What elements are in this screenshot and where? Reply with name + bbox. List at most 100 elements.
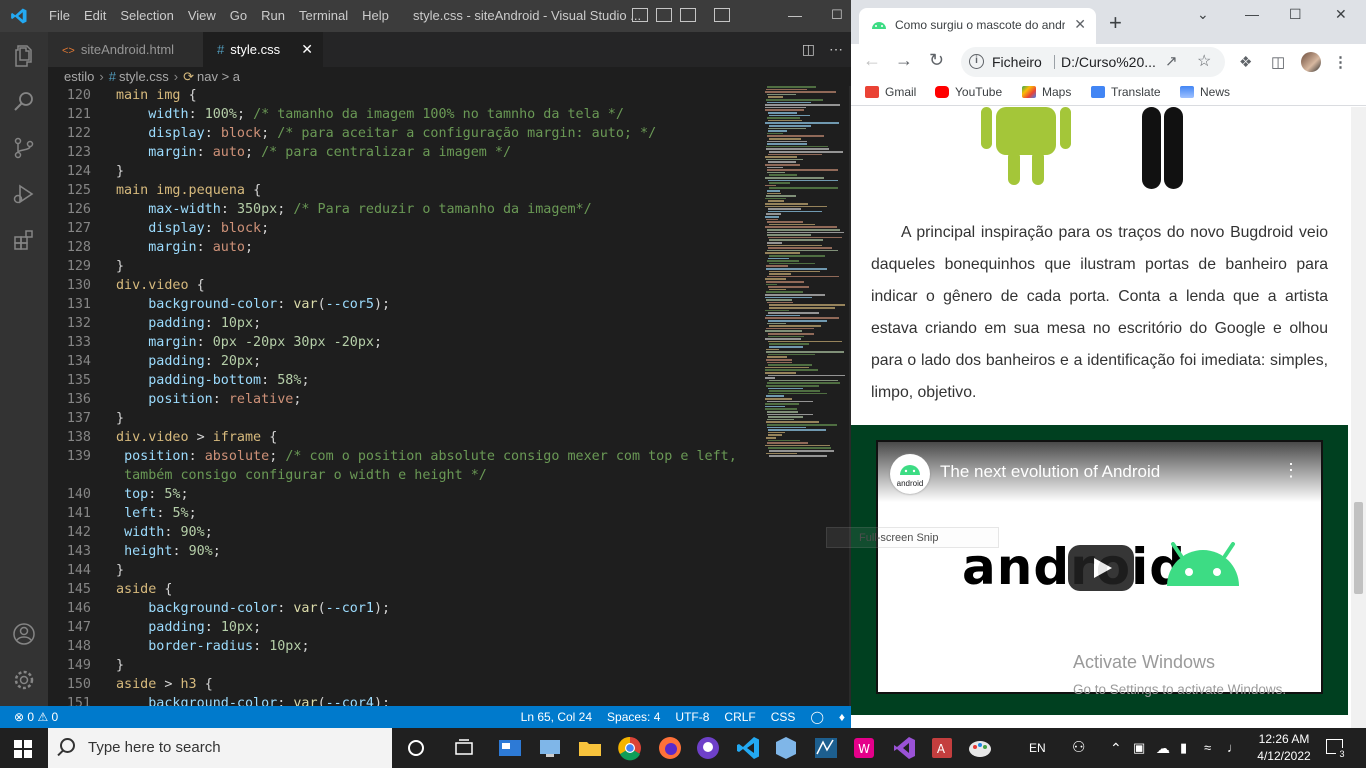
menu-help[interactable]: Help (355, 0, 396, 32)
code-line[interactable]: 146 background-color: var(--cor1); (48, 599, 763, 618)
search-icon[interactable] (12, 90, 36, 114)
code-line[interactable]: 124} (48, 162, 763, 181)
minimize-button[interactable]: — (1245, 6, 1259, 22)
tab-siteandroid-html[interactable]: <> siteAndroid.html (48, 32, 203, 67)
code-line[interactable]: 129} (48, 257, 763, 276)
code-line[interactable]: 145 aside { (48, 580, 763, 599)
language-indicator[interactable]: EN (1029, 728, 1046, 768)
code-line[interactable]: 128 margin: auto; (48, 238, 763, 257)
file-explorer-icon[interactable] (576, 734, 604, 762)
github-desktop-icon[interactable] (694, 734, 722, 762)
video-title[interactable]: The next evolution of Android (940, 462, 1160, 482)
code-line[interactable]: 132 padding: 10px; (48, 314, 763, 333)
code-line[interactable]: 144} (48, 561, 763, 580)
windows-start-icon[interactable] (14, 740, 32, 758)
bookmark-star-icon[interactable]: ☆ (1197, 47, 1211, 77)
toggle-panel-icon[interactable] (656, 8, 672, 22)
problems-indicator[interactable]: ⊗ 0 ⚠ 0 (14, 706, 58, 728)
back-arrow-icon[interactable]: ← (863, 50, 881, 71)
minimize-button[interactable]: — (772, 0, 818, 32)
visual-studio-icon[interactable] (890, 734, 918, 762)
new-tab-button[interactable]: + (1109, 10, 1122, 36)
tab-style-css[interactable]: # style.css ✕ (203, 32, 323, 67)
notifications-bell-icon[interactable]: ♦ (839, 706, 845, 728)
toggle-secondary-sidebar-icon[interactable] (680, 8, 696, 22)
code-line[interactable]: 120 main img { (48, 86, 763, 105)
bookmark-maps[interactable]: Maps (1022, 85, 1071, 99)
wireshark-icon[interactable] (812, 734, 840, 762)
page-scrollbar-thumb[interactable] (1354, 502, 1363, 594)
firefox-icon[interactable] (656, 734, 684, 762)
virtual-box-icon[interactable] (772, 734, 800, 762)
bookmark-news[interactable]: News (1180, 85, 1230, 99)
code-line[interactable]: 137} (48, 409, 763, 428)
language-mode[interactable]: CSS (771, 706, 796, 728)
page-scrollbar[interactable] (1351, 107, 1366, 728)
menu-edit[interactable]: Edit (77, 0, 113, 32)
bookmark-translate[interactable]: Translate (1091, 85, 1161, 99)
bookmark-gmail[interactable]: Gmail (865, 85, 916, 99)
play-button[interactable] (1068, 545, 1134, 591)
code-line[interactable]: também consigo configurar o width e heig… (48, 466, 763, 485)
battery-icon[interactable]: ▮ (1180, 728, 1187, 768)
taskbar-search[interactable]: Type here to search (48, 728, 392, 768)
close-tab-icon[interactable]: ✕ (301, 32, 313, 67)
code-line[interactable]: 140 top: 5%; (48, 485, 763, 504)
indentation[interactable]: Spaces: 4 (607, 706, 660, 728)
close-window-button[interactable]: ✕ (1335, 6, 1347, 23)
code-line[interactable]: 138 div.video > iframe { (48, 428, 763, 447)
code-line[interactable]: 134 padding: 20px; (48, 352, 763, 371)
page-viewport[interactable]: A principal inspiração para os traços do… (851, 107, 1351, 728)
cortana-icon[interactable] (402, 734, 430, 762)
source-control-icon[interactable] (12, 136, 36, 160)
code-editor[interactable]: 120 main img {121 width: 100%; /* tamanho… (48, 86, 763, 706)
tab-search-chevron-icon[interactable]: ⌄ (1197, 6, 1209, 23)
code-line[interactable]: 123 margin: auto; /* para centralizar a … (48, 143, 763, 162)
code-line[interactable]: 133 margin: 0px -20px 30px -20px; (48, 333, 763, 352)
maximize-button[interactable]: ☐ (1289, 6, 1302, 23)
meet-now-icon[interactable]: ▣ (1133, 728, 1145, 768)
onedrive-cloud-icon[interactable]: ☁ (1156, 728, 1170, 768)
code-line[interactable]: 136 position: relative; (48, 390, 763, 409)
code-line[interactable]: 125 main img.pequena { (48, 181, 763, 200)
cursor-position[interactable]: Ln 65, Col 24 (521, 706, 592, 728)
code-line[interactable]: 141 left: 5%; (48, 504, 763, 523)
code-line[interactable]: 151 background-color: var(--cor4); (48, 694, 763, 706)
code-line[interactable]: 122 display: block; /* para aceitar a co… (48, 124, 763, 143)
code-line[interactable]: 148 border-radius: 10px; (48, 637, 763, 656)
manage-gear-icon[interactable] (12, 668, 36, 692)
news-widget-icon[interactable] (496, 734, 524, 762)
menu-selection[interactable]: Selection (113, 0, 180, 32)
video-more-icon[interactable]: ⋮ (1282, 460, 1300, 481)
clock[interactable]: 12:26 AM 4/12/2022 (1252, 731, 1316, 765)
extensions-puzzle-icon[interactable]: ❖ (1239, 53, 1252, 71)
task-view-icon[interactable] (450, 734, 478, 762)
code-line[interactable]: 126 max-width: 350px; /* Para reduzir o … (48, 200, 763, 219)
code-line[interactable]: 130 div.video { (48, 276, 763, 295)
encoding[interactable]: UTF-8 (675, 706, 709, 728)
code-line[interactable]: 121 width: 100%; /* tamanho da imagem 10… (48, 105, 763, 124)
wamp-icon[interactable]: W (850, 734, 878, 762)
browser-tab[interactable]: Como surgiu o mascote do andr... ✕ (859, 8, 1096, 44)
accounts-icon[interactable] (12, 622, 36, 646)
run-debug-icon[interactable] (12, 182, 36, 206)
feedback-icon[interactable]: ◯ (810, 706, 823, 728)
split-editor-icon[interactable]: ◫ (802, 41, 815, 58)
more-actions-icon[interactable]: ⋯ (829, 41, 843, 58)
toggle-sidebar-icon[interactable] (632, 8, 648, 22)
menu-terminal[interactable]: Terminal (292, 0, 355, 32)
breadcrumb-folder[interactable]: estilo (64, 69, 94, 84)
breadcrumb-symbol[interactable]: nav > a (197, 69, 240, 84)
code-line[interactable]: 139 position: absolute; /* com o positio… (48, 447, 763, 466)
side-panel-icon[interactable]: ◫ (1271, 53, 1285, 71)
code-line[interactable]: 143 height: 90%; (48, 542, 763, 561)
customize-layout-icon[interactable] (714, 8, 730, 22)
channel-avatar[interactable]: android (890, 454, 930, 494)
address-bar[interactable]: i Ficheiro D:/Curso%20... ↗ ☆ (961, 47, 1225, 77)
sticky-desktop-icon[interactable] (536, 734, 564, 762)
code-line[interactable]: 149} (48, 656, 763, 675)
share-icon[interactable]: ↗ (1165, 47, 1178, 77)
volume-icon[interactable]: ♩ (1227, 728, 1240, 768)
access-icon[interactable]: A (928, 734, 956, 762)
menu-file[interactable]: File (42, 0, 77, 32)
